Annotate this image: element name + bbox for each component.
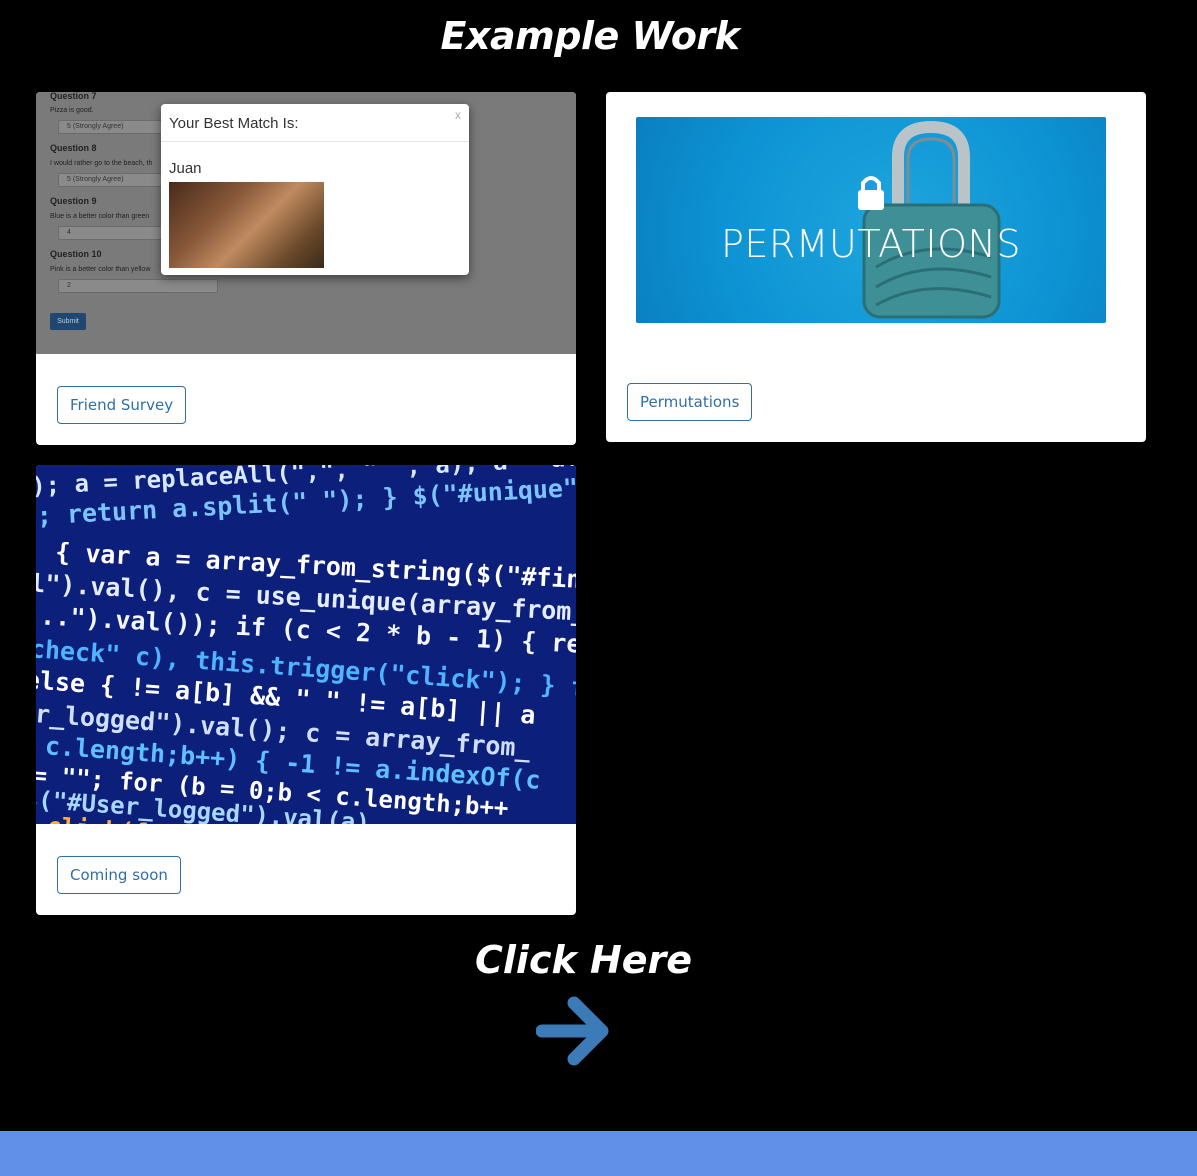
friend-survey-button[interactable]: Friend Survey — [57, 386, 187, 424]
modal-title: Your Best Match Is: — [169, 115, 299, 132]
question-title: Question 10 — [50, 249, 102, 259]
page-title: Example Work — [440, 14, 740, 58]
match-photo — [169, 182, 324, 268]
permutations-button[interactable]: Permutations — [627, 383, 753, 421]
modal-divider — [161, 141, 469, 142]
question-text: I would rather go to the beach, th — [50, 160, 153, 167]
close-icon: x — [455, 108, 461, 122]
permutations-title: PERMUTATIONS — [720, 222, 1022, 266]
question-title: Question 7 — [50, 92, 97, 101]
click-here-link[interactable]: Click Here — [475, 938, 692, 982]
padlock-icon — [858, 120, 1001, 319]
project-card-permutations: PERMUTATIONS Permutations — [606, 92, 1146, 442]
question-title: Question 9 — [50, 196, 97, 206]
coming-soon-button[interactable]: Coming soon — [57, 856, 181, 894]
best-match-modal: Your Best Match Is: x Juan — [161, 104, 469, 275]
permutations-image: PERMUTATIONS — [636, 117, 1106, 323]
project-card-coming-soon: "); a = replaceAll(",", " ", a); a = a.r… — [36, 465, 576, 915]
question-select: 2 — [58, 279, 218, 293]
match-name: Juan — [169, 160, 202, 177]
question-text: Blue is a better color than green — [50, 213, 150, 220]
question-text: Pizza is good. — [50, 107, 94, 114]
footer-bar — [0, 1131, 1197, 1176]
project-card-friend-survey: Question 7 Pizza is good. 5 (Strongly Ag… — [36, 92, 576, 445]
question-title: Question 8 — [50, 143, 97, 153]
arrow-right-icon[interactable] — [536, 995, 612, 1067]
question-text: Pink is a better color than yellow — [50, 266, 151, 273]
submit-button-preview: Submit — [50, 313, 86, 330]
friend-survey-preview-image: Question 7 Pizza is good. 5 (Strongly Ag… — [36, 92, 576, 354]
code-image: "); a = replaceAll(",", " ", a); a = a.r… — [36, 465, 576, 824]
